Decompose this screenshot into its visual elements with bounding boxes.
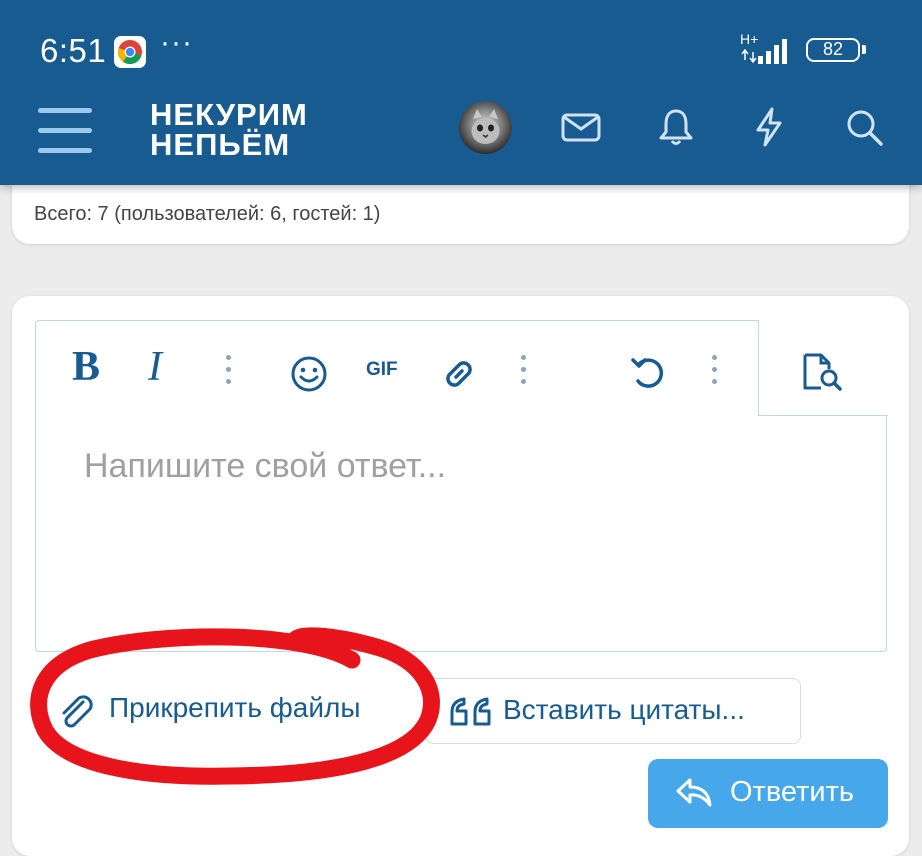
search-icon[interactable] xyxy=(843,106,885,153)
gif-button[interactable]: GIF xyxy=(366,359,398,381)
italic-button[interactable]: I xyxy=(148,343,162,391)
smiley-icon[interactable] xyxy=(289,354,329,399)
battery-tip xyxy=(862,45,866,54)
quote-icon xyxy=(448,696,494,733)
status-time: 6:51 xyxy=(40,32,107,69)
status-more-icon: ··· xyxy=(160,26,193,59)
app-header: 6:51 ··· H+ 82 НЕКУРИМ НЕПЬЁМ xyxy=(0,0,922,185)
editor-toolbar: B I GIF xyxy=(36,321,758,415)
menu-icon[interactable] xyxy=(38,108,92,156)
reply-button[interactable]: Ответить xyxy=(648,759,888,828)
quick-reply-form: B I GIF Напишите свой ответ... Прикрепит… xyxy=(12,296,909,856)
insert-quotes-button[interactable]: Вставить цитаты... xyxy=(425,678,801,744)
chrome-icon xyxy=(114,36,146,68)
paperclip-icon xyxy=(57,694,97,735)
bell-icon[interactable] xyxy=(655,106,697,153)
editor-placeholder: Напишите свой ответ... xyxy=(84,447,447,485)
more-options-icon[interactable] xyxy=(712,355,718,391)
online-count-text: Всего: 7 (пользователей: 6, гостей: 1) xyxy=(34,203,381,225)
avatar[interactable] xyxy=(459,101,512,154)
bold-button[interactable]: B xyxy=(72,343,100,391)
lightning-icon[interactable] xyxy=(748,106,790,153)
insert-quotes-label: Вставить цитаты... xyxy=(503,694,745,725)
site-logo[interactable]: НЕКУРИМ НЕПЬЁМ xyxy=(150,97,308,162)
attach-files-label: Прикрепить файлы xyxy=(109,692,361,723)
mail-icon[interactable] xyxy=(560,106,602,153)
battery-indicator: 82 xyxy=(806,38,860,62)
logo-line-1: НЕКУРИМ xyxy=(150,97,308,132)
link-icon[interactable] xyxy=(438,353,480,400)
preview-button[interactable] xyxy=(757,319,888,416)
logo-line-2: НЕПЬЁМ xyxy=(150,127,291,162)
more-options-icon[interactable] xyxy=(521,355,527,391)
reply-button-label: Ответить xyxy=(730,776,854,808)
more-options-icon[interactable] xyxy=(226,355,232,391)
reply-arrow-icon xyxy=(674,775,716,818)
reply-editor[interactable]: B I GIF Напишите свой ответ... xyxy=(35,319,888,652)
undo-icon[interactable] xyxy=(628,352,670,399)
